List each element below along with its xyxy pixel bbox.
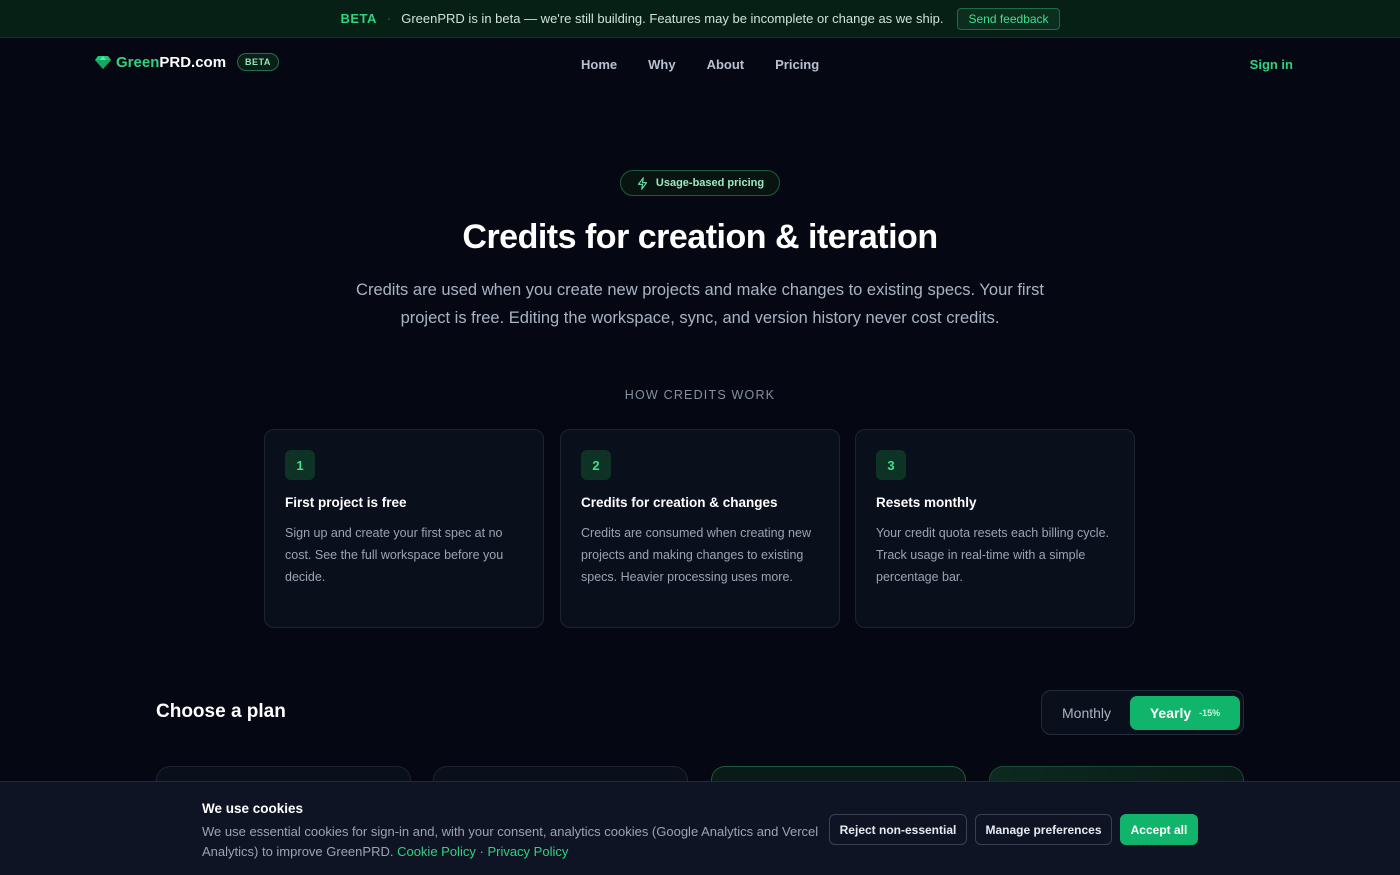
pill-label: Usage-based pricing [655,177,765,189]
top-nav: GreenPRD.com BETA Home Why About Pricing… [0,38,1400,92]
card-number: 3 [876,450,906,480]
beta-banner: BETA · GreenPRD is in beta — we're still… [0,0,1400,38]
page-title: Credits for creation & iteration [462,218,938,256]
privacy-policy-link[interactable]: Privacy Policy [487,844,568,859]
yearly-discount-badge: -15% [1199,708,1221,718]
beta-message: GreenPRD is in beta — we're still buildi… [401,11,944,26]
cookie-link-separator: · [479,844,484,859]
lightning-icon [637,176,648,190]
choose-plan-heading: Choose a plan [156,701,286,722]
logo-beta-badge: BETA [237,53,279,71]
card-description: Your credit quota resets each billing cy… [876,526,1110,584]
billing-toggle: Monthly Yearly -15% [1041,690,1244,735]
usage-pricing-pill: Usage-based pricing [620,170,780,196]
sign-in-link[interactable]: Sign in [1250,57,1293,72]
card-description: Sign up and create your first spec at no… [285,526,504,584]
how-card-3: 3 Resets monthly Your credit quota reset… [855,429,1135,628]
toggle-yearly[interactable]: Yearly -15% [1130,696,1240,730]
card-title: First project is free [285,495,407,510]
cookie-banner: We use cookies We use essential cookies … [0,781,1400,875]
beta-separator: · [386,11,392,26]
how-card-1: 1 First project is free Sign up and crea… [264,429,544,628]
how-card-2: 2 Credits for creation & changes Credits… [560,429,840,628]
card-number: 2 [581,450,611,480]
card-title: Resets monthly [876,495,977,510]
card-title: Credits for creation & changes [581,495,778,510]
nav-link-pricing[interactable]: Pricing [775,57,819,72]
gem-icon [95,56,111,69]
send-feedback-button[interactable]: Send feedback [957,7,1060,30]
manage-preferences-button[interactable]: Manage preferences [975,814,1112,845]
how-credits-label: HOW CREDITS WORK [624,388,776,402]
beta-tag: BETA [340,11,377,26]
card-number: 1 [285,450,315,480]
toggle-monthly[interactable]: Monthly [1062,705,1111,721]
nav-links: Home Why About Pricing [581,57,819,72]
logo-text: GreenPRD.com [116,53,227,71]
cookie-policy-link[interactable]: Cookie Policy [397,844,476,859]
logo[interactable]: GreenPRD.com BETA [95,53,279,71]
page-subtitle: Credits are used when you create new pro… [356,281,1044,327]
cookie-text: We use essential cookies for sign-in and… [202,822,822,862]
toggle-yearly-label: Yearly [1149,705,1192,721]
reject-non-essential-button[interactable]: Reject non-essential [829,814,967,845]
nav-link-home[interactable]: Home [581,57,617,72]
nav-link-why[interactable]: Why [648,57,675,72]
cookie-title: We use cookies [202,801,304,816]
accept-all-button[interactable]: Accept all [1120,814,1198,845]
card-description: Credits are consumed when creating new p… [581,526,811,584]
nav-link-about[interactable]: About [707,57,745,72]
